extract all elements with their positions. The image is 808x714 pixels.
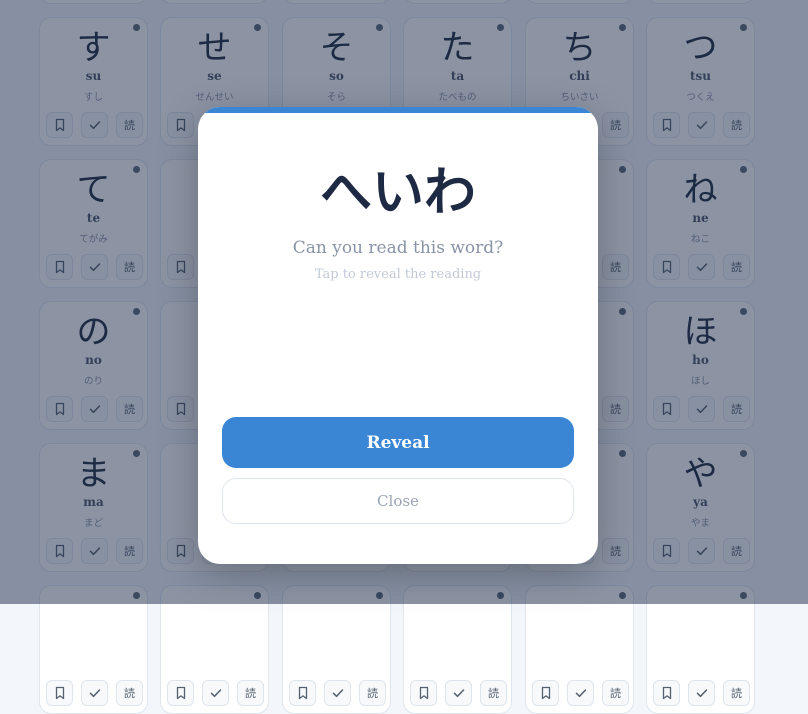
card-actions: 読: [167, 680, 264, 706]
check-icon[interactable]: [567, 680, 594, 706]
bookmark-icon[interactable]: [289, 680, 316, 706]
card-actions: 読: [289, 680, 386, 706]
read-button[interactable]: 読: [237, 680, 264, 706]
close-button[interactable]: Close: [222, 478, 574, 524]
check-icon[interactable]: [445, 680, 472, 706]
card-actions: 読: [532, 680, 629, 706]
card-actions: 読: [410, 680, 507, 706]
kana-card[interactable]: 読: [39, 585, 148, 714]
bookmark-icon[interactable]: [167, 680, 194, 706]
kana-card[interactable]: 読: [403, 585, 512, 714]
quiz-hint: Tap to reveal the reading: [314, 267, 482, 282]
check-icon[interactable]: [81, 680, 108, 706]
bookmark-icon[interactable]: [46, 680, 73, 706]
card-actions: 読: [653, 680, 750, 706]
check-icon[interactable]: [324, 680, 351, 706]
read-button[interactable]: 読: [359, 680, 386, 706]
bookmark-icon[interactable]: [410, 680, 437, 706]
reading-quiz-modal: へいわ Can you read this word? Tap to revea…: [198, 107, 598, 564]
read-button[interactable]: 読: [602, 680, 629, 706]
bookmark-icon[interactable]: [653, 680, 680, 706]
reveal-button[interactable]: Reveal: [222, 417, 574, 468]
kana-card[interactable]: 読: [160, 585, 269, 714]
read-button[interactable]: 読: [723, 680, 750, 706]
quiz-word: へいわ: [319, 162, 476, 223]
check-icon[interactable]: [202, 680, 229, 706]
modal-accent-bar: [198, 107, 598, 113]
bookmark-icon[interactable]: [532, 680, 559, 706]
kana-card[interactable]: 読: [282, 585, 391, 714]
kana-card[interactable]: 読: [646, 585, 755, 714]
kana-card[interactable]: 読: [525, 585, 634, 714]
card-actions: 読: [46, 680, 143, 706]
check-icon[interactable]: [688, 680, 715, 706]
quiz-prompt: Can you read this word?: [292, 238, 504, 258]
read-button[interactable]: 読: [116, 680, 143, 706]
read-button[interactable]: 読: [480, 680, 507, 706]
